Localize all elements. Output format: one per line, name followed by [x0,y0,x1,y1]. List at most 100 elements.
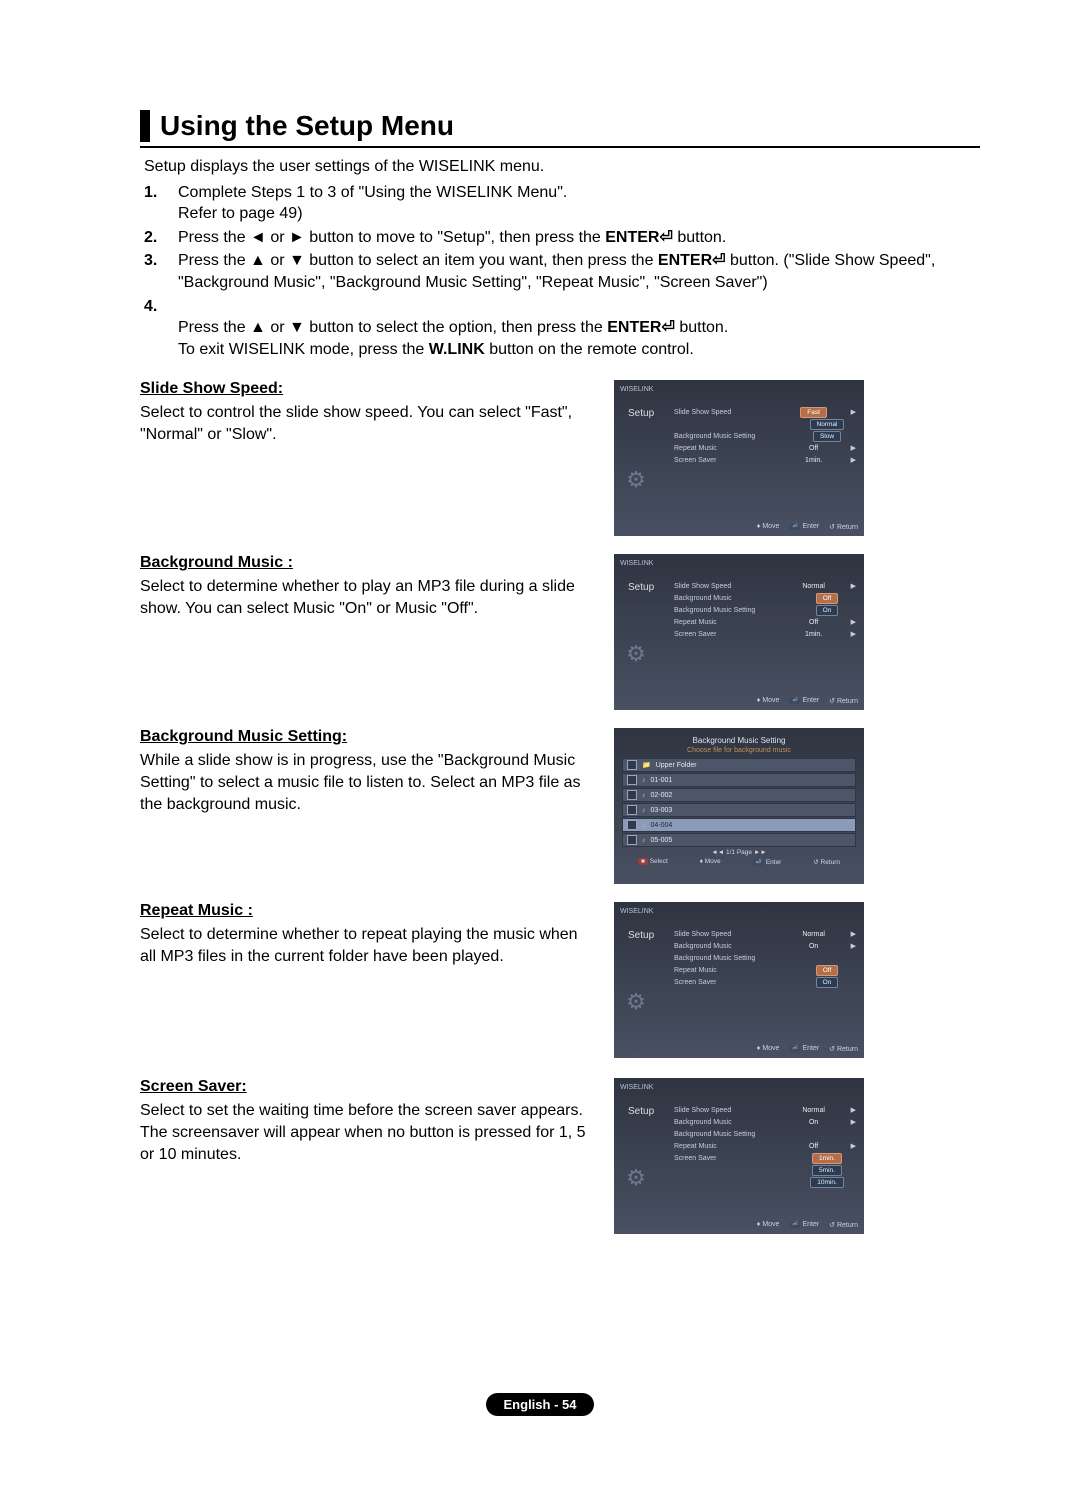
gear-icon: ⚙︎ [622,466,650,494]
osd-row-label: Background Music Setting [674,433,755,440]
osd-row-label: Slide Show Speed [674,1107,731,1114]
step-text: Press the ◄ or ► button to move to "Setu… [178,227,970,249]
osd-option-on[interactable]: On [816,605,839,616]
osd-filelist-item[interactable]: ♪03-003 [622,803,856,817]
osd-helpbar: ♦ Move ⏎ Enter ↺ Return [757,1045,858,1053]
osd-brand: WISELINK [620,386,858,393]
text-repeat-music: Select to determine whether to repeat pl… [140,924,596,967]
osd-value: Off [785,445,843,452]
osd-option-1min[interactable]: 1min. [812,1153,842,1164]
osd-row-label: Screen Saver [674,979,716,986]
text-background-music: Select to determine whether to play an M… [140,576,596,619]
heading-slide-show-speed: Slide Show Speed: [140,380,283,398]
osd-row-label: Background Music [674,943,732,950]
osd-option-fast[interactable]: Fast [800,407,827,418]
osd-row-label: Background Music [674,595,732,602]
intro-text: Setup displays the user settings of the … [144,156,970,178]
section-screen-saver: Screen Saver: Select to set the waiting … [140,1078,970,1234]
osd-value: Off [785,1143,843,1150]
step-text: Complete Steps 1 to 3 of "Using the WISE… [178,182,970,225]
osd-value: On [785,943,843,950]
osd-helpbar: ♦ Move ⏎ Enter ↺ Return [757,1221,858,1229]
page-number-badge: English - 54 [486,1393,595,1416]
section-background-music-setting: Background Music Setting: While a slide … [140,728,970,884]
osd-filelist-item[interactable]: ♪01-001 [622,773,856,787]
screenshot-screen-saver: WISELINK Setup ⚙︎ Slide Show Speed Normal… [614,1078,864,1234]
osd-row-label: Screen Saver [674,631,716,638]
enter-label: ENTER⏎ [658,252,726,269]
osd-filelist-title: Background Music Setting [622,736,856,745]
section-slide-show-speed: Slide Show Speed: Select to control the … [140,380,970,536]
gear-icon: ⚙︎ [622,1164,650,1192]
osd-row-label: Slide Show Speed [674,409,731,416]
osd-setup-label: Setup [628,1106,654,1117]
osd-option-off[interactable]: Off [816,965,839,976]
enter-label: ENTER⏎ [607,319,675,336]
screenshot-slide-show-speed: WISELINK Setup ⚙︎ Slide Show SpeedFast▶ … [614,380,864,536]
osd-helpbar: ♦ Move ⏎ Enter ↺ Return [757,697,858,705]
osd-option-off[interactable]: Off [816,593,839,604]
heading-background-music: Background Music : [140,554,293,572]
osd-row-label: Repeat Music [674,967,717,974]
osd-option-normal[interactable]: Normal [810,419,845,430]
title-bar: Using the Setup Menu [140,110,454,142]
osd-row-label: Background Music [674,1119,732,1126]
page-footer: English - 54 [0,1393,1080,1416]
osd-row-label: Background Music Setting [674,955,755,962]
osd-value: 1min. [785,457,843,464]
osd-filelist-subtitle: Choose file for background music [622,747,856,754]
osd-row-label: Screen Saver [674,1155,716,1162]
heading-repeat-music: Repeat Music : [140,902,253,920]
step-3: 3. Press the ▲ or ▼ button to select an … [144,250,970,293]
gear-icon: ⚙︎ [622,988,650,1016]
osd-filelist-item[interactable]: ♪05-005 [622,833,856,847]
osd-row-label: Background Music Setting [674,607,755,614]
osd-pager: ◄◄ 1/1 Page ►► [622,849,856,856]
osd-helpbar: ■ Select ♦ Move ⏎ Enter ↺ Return [622,858,856,866]
step-1: 1. Complete Steps 1 to 3 of "Using the W… [144,182,970,225]
osd-brand: WISELINK [620,560,858,567]
step-4: 4. Press the ▲ or ▼ button to select the… [144,296,970,361]
osd-value: 1min. [785,631,843,638]
screenshot-repeat-music: WISELINK Setup ⚙︎ Slide Show Speed Normal… [614,902,864,1058]
step-number: 4. [144,296,178,361]
osd-option-slow[interactable]: Slow [813,431,841,442]
heading-background-music-setting: Background Music Setting: [140,728,347,746]
osd-filelist-upper-folder[interactable]: 📁Upper Folder [622,758,856,772]
osd-brand: WISELINK [620,908,858,915]
step-number: 3. [144,250,178,293]
wlink-label: W.LINK [429,341,485,358]
osd-value: Off [785,619,843,626]
heading-screen-saver: Screen Saver: [140,1078,247,1096]
step-2: 2. Press the ◄ or ► button to move to "S… [144,227,970,249]
page-title: Using the Setup Menu [160,110,454,142]
screenshot-background-music: WISELINK Setup ⚙︎ Slide Show SpeedNormal… [614,554,864,710]
osd-row-label: Slide Show Speed [674,583,731,590]
step-number: 1. [144,182,178,225]
text-screen-saver: Select to set the waiting time before th… [140,1100,596,1165]
osd-option-5min[interactable]: 5min. [812,1165,842,1176]
osd-brand: WISELINK [620,1084,858,1091]
osd-row-label: Screen Saver [674,457,716,464]
section-background-music: Background Music : Select to determine w… [140,554,970,710]
osd-setup-label: Setup [628,930,654,941]
osd-row-label: Repeat Music [674,619,717,626]
osd-filelist-item[interactable]: ♪02-002 [622,788,856,802]
osd-value: Normal [785,1107,843,1114]
osd-row-label: Repeat Music [674,1143,717,1150]
step-number: 2. [144,227,178,249]
step-text: Press the ▲ or ▼ button to select the op… [178,296,970,361]
osd-option-on[interactable]: On [816,977,839,988]
osd-option-10min[interactable]: 10min. [810,1177,844,1188]
osd-row-label: Slide Show Speed [674,931,731,938]
osd-value: Normal [785,583,843,590]
manual-page: Using the Setup Menu Setup displays the … [0,0,1080,1486]
steps-list: 1. Complete Steps 1 to 3 of "Using the W… [140,182,970,361]
osd-row-label: Repeat Music [674,445,717,452]
text-background-music-setting: While a slide show is in progress, use t… [140,750,596,815]
osd-filelist-item-selected[interactable]: ♪04-004 [622,818,856,832]
step-text: Press the ▲ or ▼ button to select an ite… [178,250,970,293]
enter-label: ENTER⏎ [605,229,673,246]
osd-value: Normal [785,931,843,938]
text-slide-show-speed: Select to control the slide show speed. … [140,402,596,445]
